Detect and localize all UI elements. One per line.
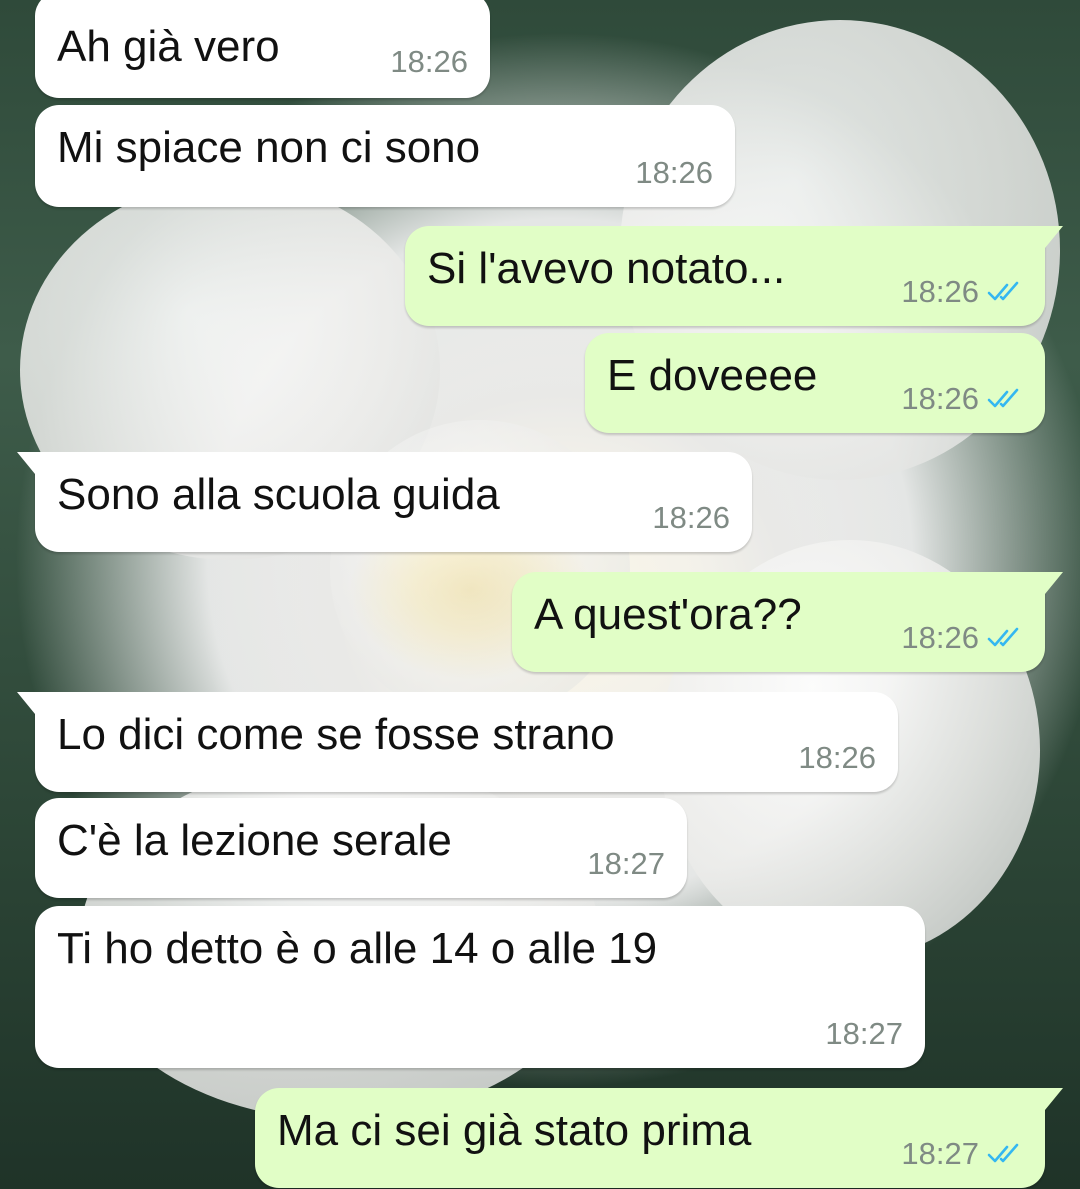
message-text: Mi spiace non ci sono: [57, 123, 481, 172]
double-check-icon: [987, 388, 1019, 408]
message-meta: 18:26: [652, 500, 730, 536]
incoming-message-bubble[interactable]: Ti ho detto è o alle 14 o alle 19 18:27: [35, 906, 925, 1068]
outgoing-message-bubble[interactable]: Ma ci sei già stato prima 18:27: [255, 1088, 1063, 1188]
message-text: Ma ci sei già stato prima: [277, 1106, 752, 1155]
message-time: 18:26: [901, 274, 979, 310]
outgoing-message-bubble[interactable]: E doveeee 18:26: [585, 333, 1045, 433]
message-time: 18:26: [390, 44, 468, 80]
message-time: 18:26: [901, 381, 979, 417]
incoming-message-bubble[interactable]: Sono alla scuola guida 18:26: [17, 452, 752, 552]
message-time: 18:26: [798, 740, 876, 776]
message-text: Sono alla scuola guida: [57, 470, 500, 519]
double-check-icon: [987, 1143, 1019, 1163]
incoming-message-bubble[interactable]: C'è la lezione serale 18:27: [35, 798, 687, 898]
message-meta: 18:26: [901, 274, 1023, 310]
message-time: 18:26: [901, 620, 979, 656]
message-time: 18:27: [825, 1016, 903, 1052]
message-meta: 18:27: [825, 1016, 903, 1052]
message-meta: 18:26: [901, 381, 1023, 417]
incoming-message-bubble[interactable]: Lo dici come se fosse strano 18:26: [17, 692, 898, 792]
message-text: Si l'avevo notato...: [427, 244, 786, 293]
message-text: Ah già vero: [57, 22, 280, 71]
incoming-message-bubble[interactable]: Mi spiace non ci sono 18:26: [35, 105, 735, 207]
outgoing-message-bubble[interactable]: Si l'avevo notato... 18:26: [405, 226, 1063, 326]
double-check-icon: [987, 627, 1019, 647]
message-meta: 18:26: [901, 620, 1023, 656]
message-meta: 18:26: [390, 44, 468, 80]
message-time: 18:27: [587, 846, 665, 882]
message-meta: 18:27: [901, 1136, 1023, 1172]
message-time: 18:26: [635, 155, 713, 191]
message-time: 18:27: [901, 1136, 979, 1172]
message-text: E doveeee: [607, 351, 818, 400]
message-list[interactable]: Ah già vero 18:26 Mi spiace non ci sono …: [0, 0, 1080, 1189]
double-check-icon: [987, 281, 1019, 301]
message-text: Ti ho detto è o alle 14 o alle 19: [57, 924, 658, 973]
incoming-message-bubble[interactable]: Ah già vero 18:26: [35, 0, 490, 98]
message-text: C'è la lezione serale: [57, 816, 452, 865]
outgoing-message-bubble[interactable]: A quest'ora?? 18:26: [512, 572, 1063, 672]
message-time: 18:26: [652, 500, 730, 536]
message-meta: 18:26: [635, 155, 713, 191]
message-text: Lo dici come se fosse strano: [57, 710, 615, 759]
message-meta: 18:27: [587, 846, 665, 882]
message-text: A quest'ora??: [534, 590, 802, 639]
message-meta: 18:26: [798, 740, 876, 776]
